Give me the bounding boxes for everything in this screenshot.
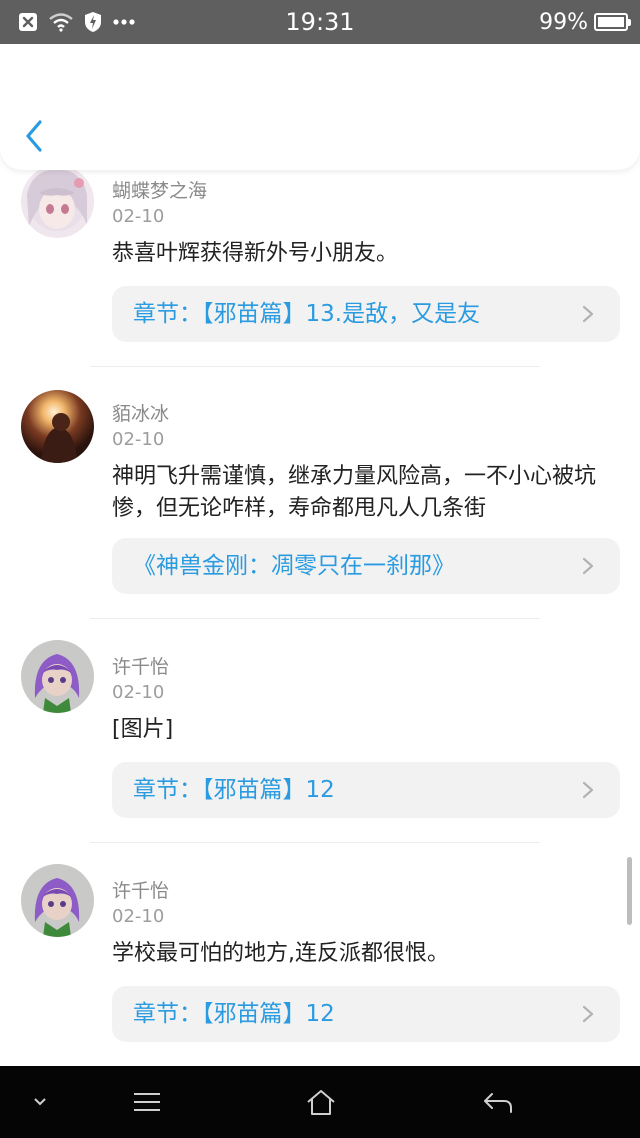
chapter-link-card[interactable]: 章节：【邪苗篇】12 xyxy=(112,762,620,818)
sunset-photo-avatar xyxy=(21,390,94,463)
comment-date: 02-10 xyxy=(112,906,165,927)
comment-text: 学校最可怕的地方,连反派都很恨。 xyxy=(112,941,449,966)
comment-text: 神明飞升需谨慎，继承力量风险高，一不小心被坑惨，但无论咋样，寿命都甩凡人几条街 xyxy=(112,464,597,521)
chapter-link-card[interactable]: 章节：【邪苗篇】12 xyxy=(112,986,620,1042)
comment-username[interactable]: 蝴蝶梦之海 xyxy=(112,176,207,203)
hide-nav-button[interactable] xyxy=(20,1066,60,1138)
home-button[interactable] xyxy=(291,1066,351,1138)
comment-username[interactable]: 貊冰冰 xyxy=(112,399,169,426)
chevron-right-icon xyxy=(582,305,594,323)
avatar[interactable] xyxy=(21,640,94,713)
comment-username[interactable]: 许千怡 xyxy=(112,876,169,903)
menu-button[interactable] xyxy=(117,1066,177,1138)
book-link-card[interactable]: 《神兽金刚：凋零只在一刹那》 xyxy=(112,538,620,594)
page-header xyxy=(0,44,640,170)
chevron-right-icon xyxy=(582,781,594,799)
anime-girl-avatar xyxy=(21,170,94,238)
purple-hair-avatar xyxy=(21,864,94,937)
comment-date: 02-10 xyxy=(112,429,165,450)
status-icons-right: 99% xyxy=(539,0,631,44)
chapter-link-card[interactable]: 章节：【邪苗篇】13.是敌，又是友 xyxy=(112,286,620,342)
menu-icon xyxy=(134,1093,160,1111)
avatar[interactable] xyxy=(21,390,94,463)
comment-date: 02-10 xyxy=(112,206,165,227)
book-link-text: 《神兽金刚：凋零只在一刹那》 xyxy=(133,553,455,579)
comment-username[interactable]: 许千怡 xyxy=(112,652,169,679)
chevron-right-icon xyxy=(582,557,594,575)
chevron-left-icon[interactable] xyxy=(18,116,50,156)
back-button[interactable] xyxy=(468,1066,528,1138)
status-bar: 19:31 99% xyxy=(0,0,640,44)
home-icon xyxy=(307,1090,335,1115)
comment-list[interactable]: 蝴蝶梦之海 02-10 恭喜叶辉获得新外号小朋友。 章节：【邪苗篇】13.是敌，… xyxy=(0,170,640,1066)
purple-hair-avatar xyxy=(21,640,94,713)
scrollbar[interactable] xyxy=(627,857,632,925)
chapter-link-text: 章节：【邪苗篇】13.是敌，又是友 xyxy=(133,301,481,327)
divider xyxy=(90,366,540,367)
battery-icon xyxy=(594,13,631,31)
avatar[interactable] xyxy=(21,864,94,937)
back-arrow-icon xyxy=(484,1093,512,1113)
chapter-link-text: 章节：【邪苗篇】12 xyxy=(133,1001,335,1027)
system-nav-bar xyxy=(0,1066,640,1138)
comment-text: 恭喜叶辉获得新外号小朋友。 xyxy=(112,241,399,266)
divider xyxy=(90,618,540,619)
comment-date: 02-10 xyxy=(112,682,165,703)
divider xyxy=(90,842,540,843)
chapter-link-text: 章节：【邪苗篇】12 xyxy=(133,777,335,803)
comment-text: [图片] xyxy=(112,717,174,742)
battery-percent: 99% xyxy=(539,9,588,35)
chevron-right-icon xyxy=(582,1005,594,1023)
avatar[interactable] xyxy=(21,170,94,238)
chevron-down-icon xyxy=(34,1098,46,1106)
